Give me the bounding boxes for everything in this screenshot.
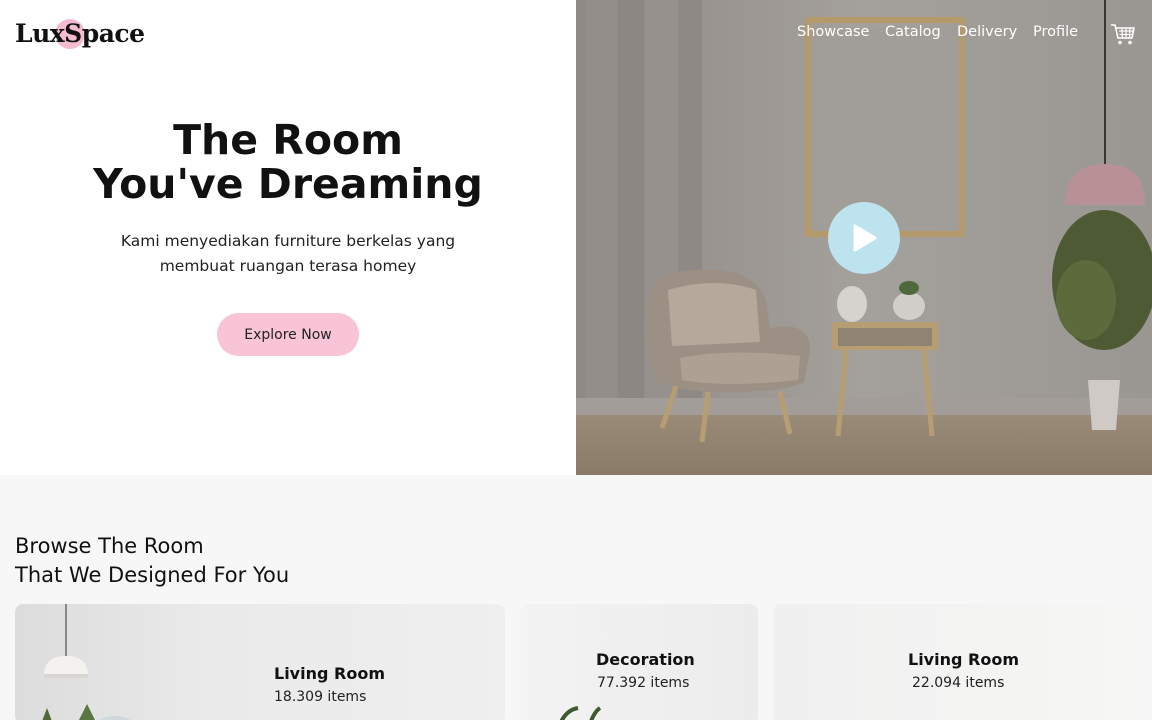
cart-icon[interactable] — [1110, 22, 1136, 46]
browse-title: Browse The Room That We Designed For You — [15, 532, 289, 590]
play-icon — [853, 224, 877, 252]
room-card-living-room-2[interactable]: Living Room 22.094 items — [773, 604, 1137, 720]
nav-showcase[interactable]: Showcase — [797, 24, 869, 40]
hero-title: The Room You've Dreaming — [0, 118, 576, 206]
hero-subtitle: Kami menyediakan furniture berkelas yang… — [100, 229, 476, 279]
card-item-count: 77.392 items — [597, 675, 690, 691]
explore-now-button[interactable]: Explore Now — [217, 313, 359, 356]
card-title: Decoration — [596, 650, 695, 669]
card-item-count: 22.094 items — [912, 675, 1005, 691]
card-image-living-room — [42, 604, 131, 720]
brand-logo[interactable]: LuxSpace — [15, 16, 145, 52]
hero-left-panel: LuxSpace The Room You've Dreaming Kami m… — [0, 0, 576, 475]
card-item-count: 18.309 items — [274, 689, 367, 705]
browse-title-line-2: That We Designed For You — [15, 563, 290, 587]
hero-subtitle-line-2: membuat ruangan terasa homey — [159, 257, 417, 275]
play-video-button[interactable] — [828, 202, 900, 274]
browse-section: Browse The Room That We Designed For You… — [0, 475, 1152, 720]
hero-subtitle-line-1: Kami menyediakan furniture berkelas yang — [120, 232, 456, 250]
browse-title-line-1: Browse The Room — [15, 534, 204, 558]
room-card-living-room[interactable]: Living Room 18.309 items — [15, 604, 505, 720]
card-title: Living Room — [908, 650, 1019, 669]
room-card-decoration[interactable]: Decoration 77.392 items — [520, 604, 758, 720]
nav-profile[interactable]: Profile — [1033, 24, 1078, 40]
brand-name: LuxSpace — [15, 19, 145, 48]
hero-title-line-1: The Room — [173, 116, 403, 164]
card-title: Living Room — [274, 664, 385, 683]
hero-title-line-2: You've Dreaming — [93, 160, 483, 208]
nav-delivery[interactable]: Delivery — [957, 24, 1017, 40]
nav-catalog[interactable]: Catalog — [885, 24, 941, 40]
hero-image-panel: Showcase Catalog Delivery Profile — [576, 0, 1152, 475]
hero-section: LuxSpace The Room You've Dreaming Kami m… — [0, 0, 1152, 475]
top-nav: Showcase Catalog Delivery Profile — [576, 20, 1152, 50]
